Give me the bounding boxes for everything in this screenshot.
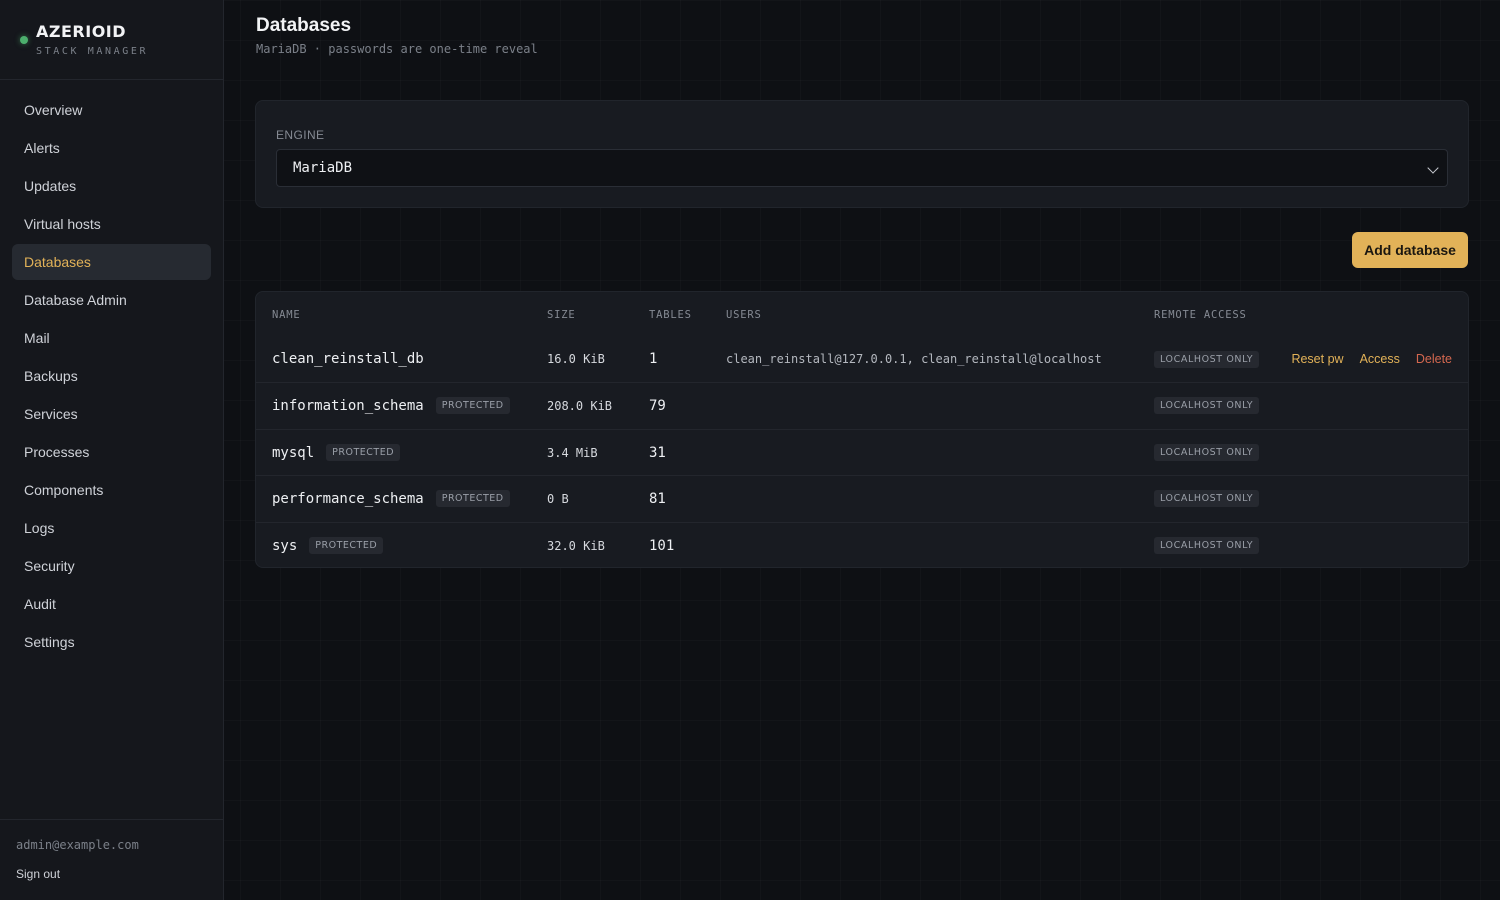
column-header-tables: TABLES [649, 309, 692, 321]
remote-cell: LOCALHOST ONLY [1154, 476, 1260, 521]
engine-select[interactable]: MariaDB [276, 149, 1448, 187]
row-actions: Reset pw Access Delete [1291, 336, 1452, 382]
tables-cell: 31 [649, 444, 666, 461]
sidebar-item-logs[interactable]: Logs [12, 510, 211, 546]
add-database-button[interactable]: Add database [1352, 232, 1468, 268]
remote-cell: LOCALHOST ONLY [1154, 523, 1260, 567]
sidebar-item-services[interactable]: Services [12, 396, 211, 432]
engine-card: ENGINE MariaDB [255, 100, 1469, 208]
size-cell: 0 B [547, 491, 569, 506]
remote-cell: LOCALHOST ONLY [1154, 336, 1260, 382]
sidebar-item-audit[interactable]: Audit [12, 586, 211, 622]
sidebar-item-updates[interactable]: Updates [12, 168, 211, 204]
tables-cell: 79 [649, 397, 666, 414]
database-name[interactable]: performance_schema [272, 491, 424, 507]
remote-cell: LOCALHOST ONLY [1154, 383, 1260, 428]
sign-out-link[interactable]: Sign out [16, 867, 60, 881]
table-header: NAME SIZE TABLES USERS REMOTE ACCESS [256, 292, 1468, 336]
name-cell: information_schema PROTECTED [272, 383, 510, 428]
engine-selected-value: MariaDB [293, 160, 353, 176]
chevron-down-icon [1427, 162, 1439, 174]
name-cell: sys PROTECTED [272, 523, 384, 567]
tables-cell: 101 [649, 537, 675, 554]
remote-access-badge: LOCALHOST ONLY [1154, 490, 1260, 507]
sidebar-item-databases[interactable]: Databases [12, 244, 211, 280]
table-row: clean_reinstall_db 16.0 KiB 1 clean_rein… [256, 336, 1468, 382]
tables-cell: 1 [649, 351, 658, 367]
sidebar-item-settings[interactable]: Settings [12, 624, 211, 660]
table-row: sys PROTECTED 32.0 KiB 101 LOCALHOST ONL… [256, 522, 1468, 567]
delete-button[interactable]: Delete [1416, 352, 1452, 366]
table-row: mysql PROTECTED 3.4 MiB 31 LOCALHOST ONL… [256, 429, 1468, 475]
column-header-users: USERS [726, 309, 762, 321]
reset-password-button[interactable]: Reset pw [1291, 352, 1343, 366]
sidebar-item-alerts[interactable]: Alerts [12, 130, 211, 166]
remote-access-badge: LOCALHOST ONLY [1154, 397, 1260, 414]
sidebar-item-virtual-hosts[interactable]: Virtual hosts [12, 206, 211, 242]
tables-cell: 81 [649, 490, 666, 507]
name-cell: performance_schema PROTECTED [272, 476, 510, 521]
sidebar-item-overview[interactable]: Overview [12, 92, 211, 128]
table-row: performance_schema PROTECTED 0 B 81 LOCA… [256, 475, 1468, 521]
protected-badge: PROTECTED [435, 490, 510, 507]
size-cell: 208.0 KiB [547, 398, 613, 413]
table-row: information_schema PROTECTED 208.0 KiB 7… [256, 382, 1468, 428]
sidebar-item-security[interactable]: Security [12, 548, 211, 584]
column-header-remote-access: REMOTE ACCESS [1154, 309, 1247, 321]
sidebar-item-backups[interactable]: Backups [12, 358, 211, 394]
sidebar: AZERIOID STACK MANAGER Overview Alerts U… [0, 0, 224, 900]
database-name[interactable]: information_schema [272, 398, 424, 414]
sidebar-item-processes[interactable]: Processes [12, 434, 211, 470]
sidebar-footer: admin@example.com Sign out [0, 819, 223, 900]
brand-name: AZERIOID [36, 22, 127, 41]
brand-subtitle: STACK MANAGER [36, 46, 149, 57]
brand: AZERIOID STACK MANAGER [0, 0, 223, 80]
engine-label: ENGINE [276, 128, 325, 142]
protected-badge: PROTECTED [435, 397, 510, 414]
database-name[interactable]: sys [272, 538, 297, 554]
remote-access-badge: LOCALHOST ONLY [1154, 537, 1260, 554]
column-header-name: NAME [272, 309, 301, 321]
database-name[interactable]: mysql [272, 445, 314, 461]
remote-cell: LOCALHOST ONLY [1154, 430, 1260, 475]
page-subtitle: MariaDB · passwords are one-time reveal [256, 42, 538, 56]
protected-badge: PROTECTED [309, 537, 384, 554]
sidebar-nav: Overview Alerts Updates Virtual hosts Da… [12, 92, 211, 662]
databases-table: NAME SIZE TABLES USERS REMOTE ACCESS cle… [255, 291, 1469, 568]
column-header-size: SIZE [547, 309, 576, 321]
sidebar-item-mail[interactable]: Mail [12, 320, 211, 356]
access-button[interactable]: Access [1360, 352, 1400, 366]
users-cell: clean_reinstall@127.0.0.1, clean_reinsta… [726, 352, 1102, 366]
name-cell: clean_reinstall_db [272, 336, 424, 382]
remote-access-badge: LOCALHOST ONLY [1154, 444, 1260, 461]
name-cell: mysql PROTECTED [272, 430, 401, 475]
size-cell: 3.4 MiB [547, 445, 598, 460]
user-email: admin@example.com [16, 838, 139, 852]
sidebar-item-components[interactable]: Components [12, 472, 211, 508]
sidebar-item-database-admin[interactable]: Database Admin [12, 282, 211, 318]
size-cell: 32.0 KiB [547, 538, 605, 553]
remote-access-badge: LOCALHOST ONLY [1154, 350, 1260, 368]
database-name[interactable]: clean_reinstall_db [272, 351, 424, 367]
protected-badge: PROTECTED [326, 444, 401, 461]
size-cell: 16.0 KiB [547, 352, 605, 366]
page-title: Databases [256, 15, 352, 36]
status-dot-icon [20, 36, 28, 44]
